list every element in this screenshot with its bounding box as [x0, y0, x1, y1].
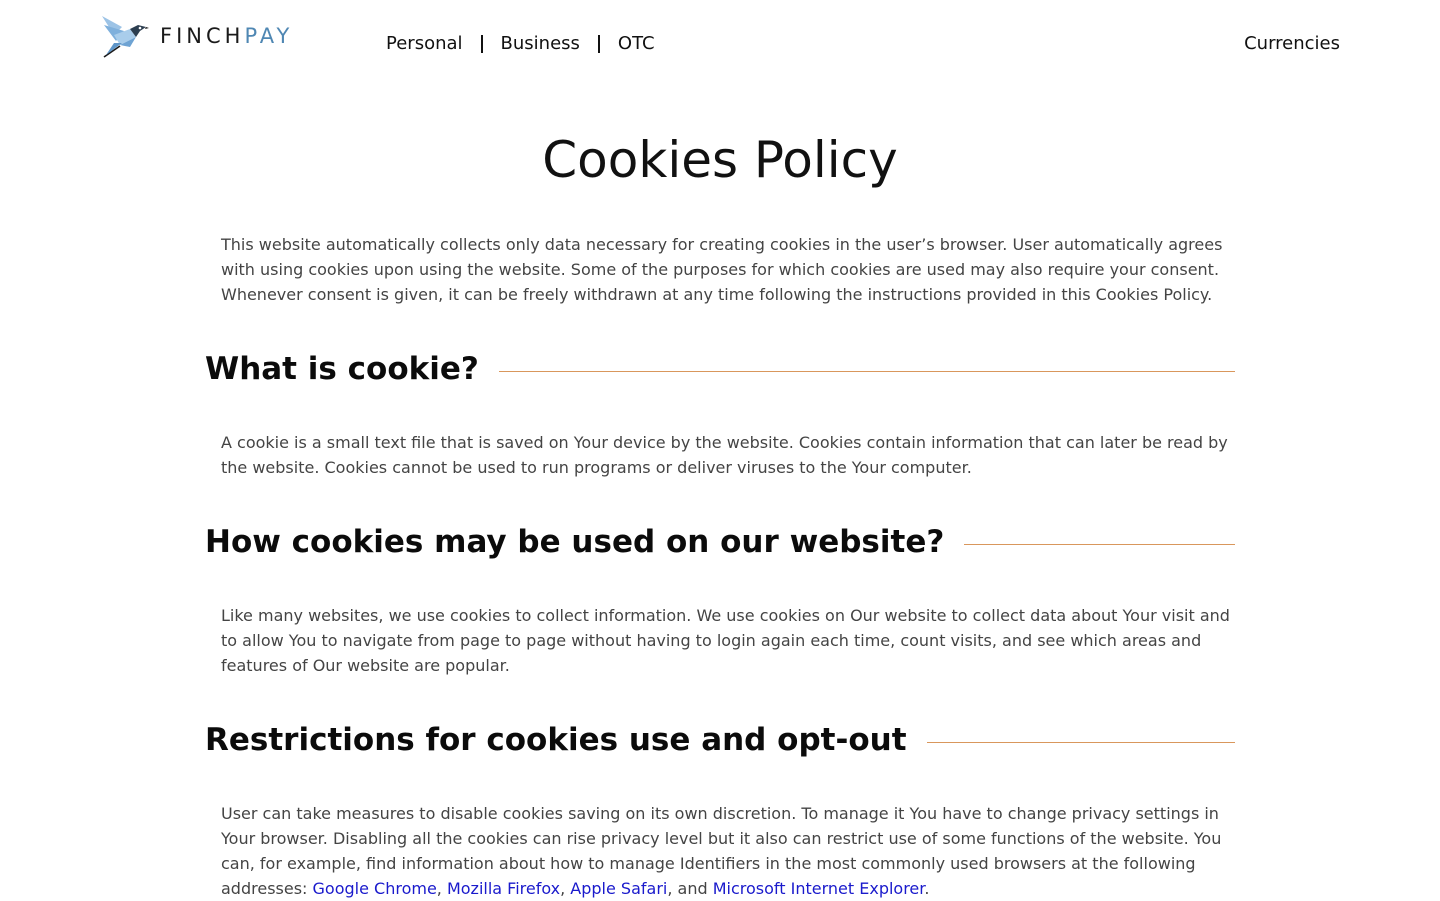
site-header: FINCHPAY Personal Business OTC Currencie… [0, 0, 1440, 90]
link-google-chrome[interactable]: Google Chrome [313, 879, 437, 898]
finchpay-logo[interactable]: FINCHPAY [100, 12, 293, 60]
link-mozilla-firefox[interactable]: Mozilla Firefox [447, 879, 560, 898]
section-title: Restrictions for cookies use and opt-out [205, 722, 907, 758]
nav-personal[interactable]: Personal [386, 32, 463, 56]
nav-currencies[interactable]: Currencies [1244, 32, 1340, 56]
section-divider [498, 370, 1235, 372]
link-apple-safari[interactable]: Apple Safari [570, 879, 667, 898]
nav-divider [597, 35, 600, 53]
link-internet-explorer[interactable]: Microsoft Internet Explorer [713, 879, 925, 898]
section-title: What is cookie? [205, 351, 479, 387]
section-divider [964, 543, 1235, 545]
nav-business[interactable]: Business [501, 32, 580, 56]
section-divider [926, 741, 1235, 743]
page-title: Cookies Policy [542, 131, 898, 189]
section-heading-restrictions: Restrictions for cookies use and opt-out [205, 720, 1235, 760]
section-heading-how-cookies-used: How cookies may be used on our website? [205, 522, 1235, 562]
finch-bird-icon [102, 16, 149, 58]
link-separator: , [560, 879, 571, 898]
section-title: How cookies may be used on our website? [205, 524, 945, 560]
logo-wordmark: FINCHPAY [160, 23, 294, 48]
section-body-how-cookies-used: Like many websites, we use cookies to co… [221, 606, 1230, 675]
sentence-end: . [924, 879, 930, 898]
nav-otc[interactable]: OTC [618, 32, 655, 56]
section-body-restrictions: User can take measures to disable cookie… [221, 801, 1231, 901]
link-separator: , and [667, 879, 713, 898]
section-body-what-is-cookie: A cookie is a small text file that is sa… [221, 433, 1228, 477]
section-heading-what-is-cookie: What is cookie? [205, 349, 1235, 389]
nav-divider [480, 35, 483, 53]
link-separator: , [436, 879, 447, 898]
main-nav: Personal Business OTC [386, 32, 655, 56]
intro-paragraph: This website automatically collects only… [221, 235, 1223, 304]
